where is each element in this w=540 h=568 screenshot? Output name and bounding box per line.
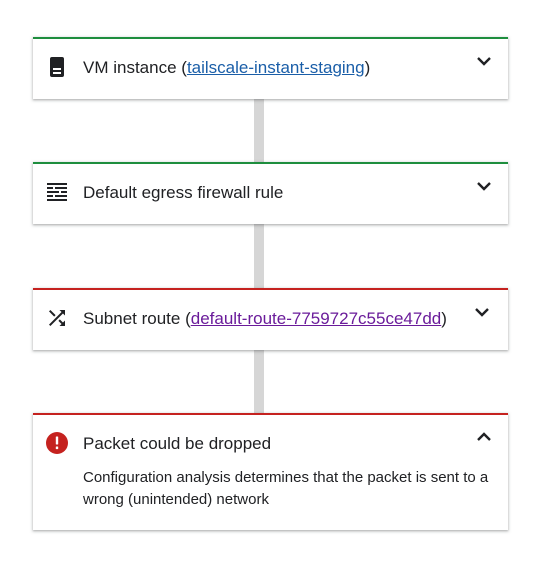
vm-instance-icon [50, 57, 64, 77]
step-header[interactable]: Subnet route (default-route-7759727c55ce… [33, 290, 508, 348]
chevron-down-icon[interactable] [472, 49, 496, 73]
trace-step-vm-instance[interactable]: VM instance (tailscale-instant-staging) [33, 37, 508, 99]
trace-step-subnet-route[interactable]: Subnet route (default-route-7759727c55ce… [33, 288, 508, 350]
step-connector [254, 98, 264, 164]
chevron-up-icon[interactable] [472, 425, 496, 449]
step-title-prefix: Subnet route ( [83, 309, 191, 328]
step-title: Packet could be dropped [83, 434, 272, 453]
step-title-suffix: ) [364, 58, 371, 77]
firewall-rule-icon [47, 183, 67, 201]
route-shuffle-icon [49, 310, 65, 326]
step-description: Configuration analysis determines that t… [83, 469, 489, 508]
step-title-suffix: ) [441, 309, 447, 328]
trace-step-packet-dropped[interactable]: Packet could be dropped Configuration an… [33, 413, 508, 530]
trace-step-firewall-rule[interactable]: Default egress firewall rule [33, 162, 508, 224]
step-header[interactable]: VM instance (tailscale-instant-staging) [33, 39, 508, 97]
step-title-prefix: VM instance ( [83, 58, 187, 77]
vm-instance-link[interactable]: tailscale-instant-staging [187, 58, 365, 77]
chevron-down-icon[interactable] [470, 300, 494, 324]
step-connector [254, 224, 264, 290]
step-title: Default egress firewall rule [83, 183, 284, 202]
step-header[interactable]: Default egress firewall rule [33, 164, 508, 222]
step-title: Subnet route (default-route-7759727c55ce… [83, 308, 447, 330]
step-header[interactable]: Packet could be dropped [33, 415, 508, 473]
error-icon [46, 432, 68, 454]
chevron-down-icon[interactable] [472, 174, 496, 198]
step-title: VM instance (tailscale-instant-staging) [83, 57, 370, 79]
subnet-route-link[interactable]: default-route-7759727c55ce47dd [191, 309, 441, 328]
step-connector [254, 350, 264, 415]
